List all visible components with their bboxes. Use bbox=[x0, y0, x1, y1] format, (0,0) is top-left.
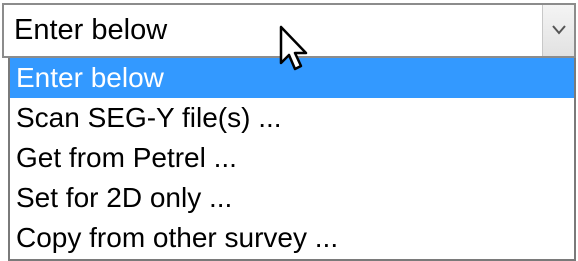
option-copy-from-other-survey[interactable]: Copy from other survey ... bbox=[10, 218, 574, 258]
option-scan-segy[interactable]: Scan SEG-Y file(s) ... bbox=[10, 98, 574, 138]
option-get-from-petrel[interactable]: Get from Petrel ... bbox=[10, 138, 574, 178]
combo-dropdown-stage: Enter below Enter below Scan SEG-Y file(… bbox=[0, 0, 578, 261]
combobox-current-value: Enter below bbox=[14, 14, 168, 46]
dropdown-list: Enter below Scan SEG-Y file(s) ... Get f… bbox=[8, 58, 576, 261]
dropdown-toggle-button[interactable] bbox=[542, 5, 574, 56]
mouse-pointer-icon bbox=[279, 25, 308, 71]
chevron-down-icon bbox=[552, 25, 566, 35]
option-set-2d-only[interactable]: Set for 2D only ... bbox=[10, 178, 574, 218]
